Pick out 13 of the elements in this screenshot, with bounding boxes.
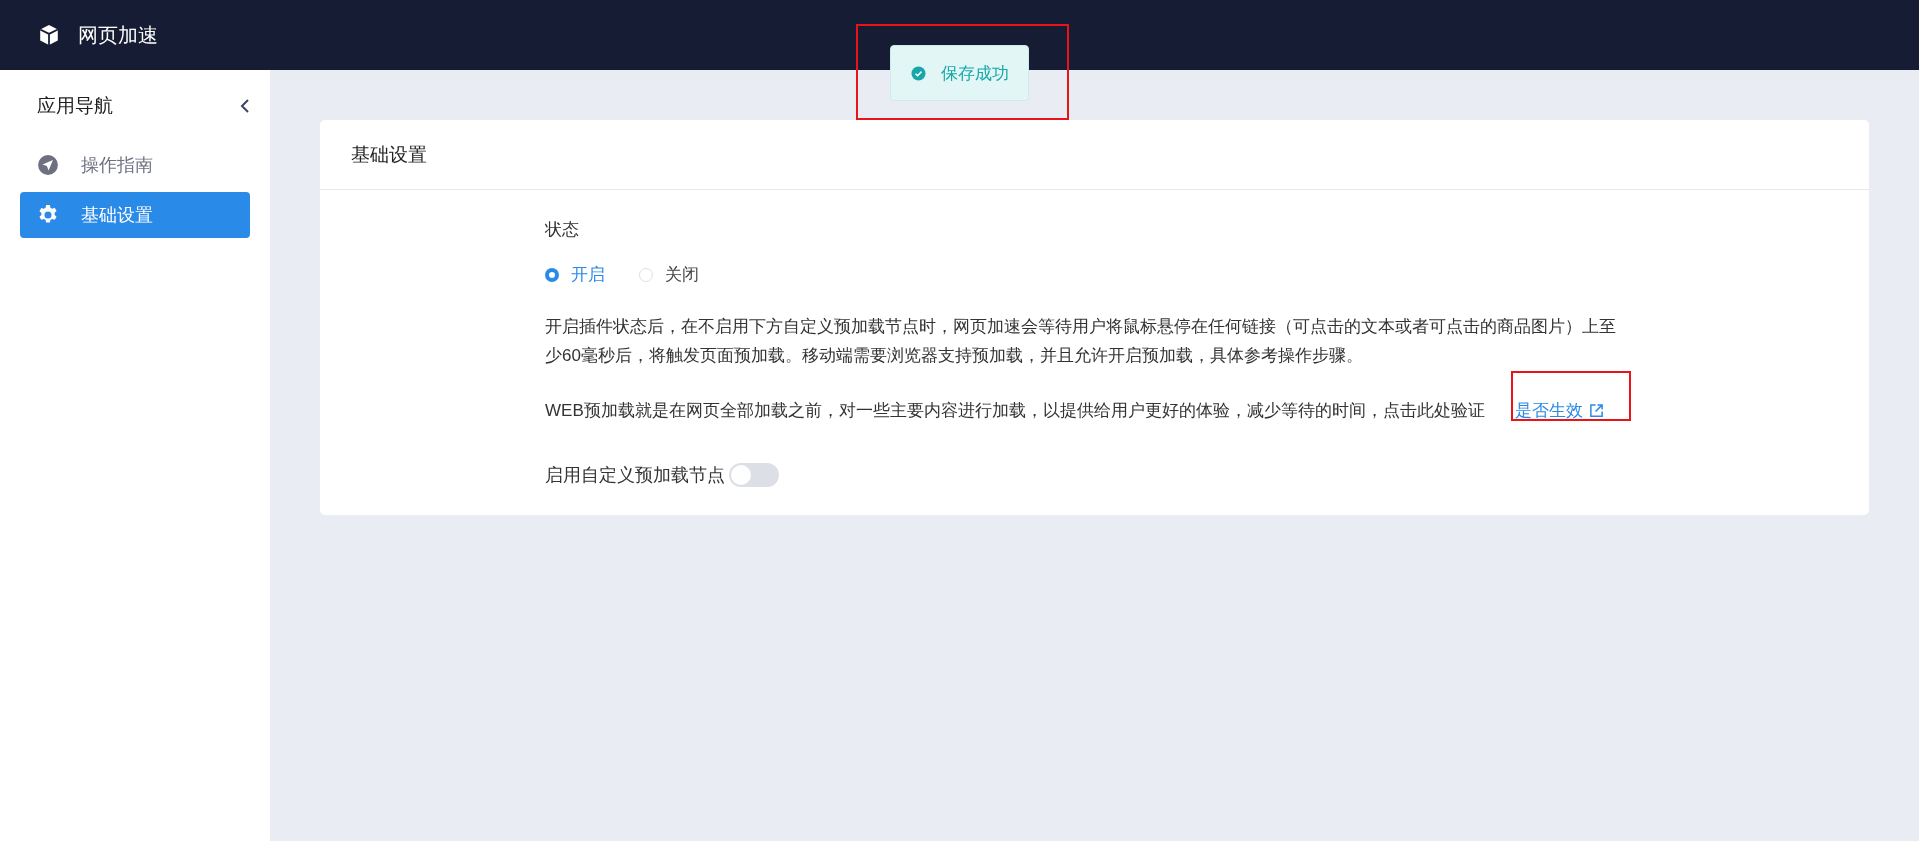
card-title: 基础设置 [351, 142, 427, 167]
radio-option[interactable]: 开启 [545, 263, 605, 286]
description-text: 开启插件状态后，在不启用下方自定义预加载节点时，网页加速会等待用户将鼠标悬停在任何链接（可点击的文本或者可点击的商品图片）上至少60毫秒后，将触发页面预加载。移动端需要浏览器支持预加载，并且允许开启预加载，具体参考操作步骤。 [545, 316, 1617, 367]
verify-link[interactable]: 是否生效 [1514, 401, 1604, 420]
radio-option[interactable]: 关闭 [639, 263, 699, 286]
sidebar-item[interactable]: 操作指南 [20, 142, 250, 188]
toast-message: 保存成功 [940, 62, 1009, 85]
sidebar-item[interactable]: 基础设置 [20, 192, 250, 238]
description-text: WEB预加载就是在网页全部加载之前，对一些主要内容进行加载，以提供给用户更好的体验，减少等待的时间，点击此处验证 是否生效 [545, 396, 1625, 425]
status-label: 状态 [545, 219, 580, 241]
switch-label: 启用自定义预加载节点 [545, 464, 725, 487]
app-title: 网页加速 [78, 22, 158, 48]
sidebar-title: 应用导航 [37, 94, 113, 118]
